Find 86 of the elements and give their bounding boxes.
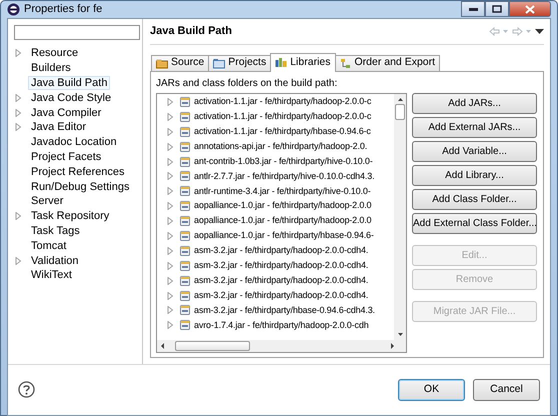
action-button[interactable]: Add Class Folder...	[412, 188, 537, 210]
filter-field[interactable]	[14, 24, 140, 40]
books-icon	[275, 57, 288, 68]
tab[interactable]: Projects	[208, 54, 272, 70]
tree-item[interactable]: Task Tags	[28, 224, 83, 238]
jar-icon	[180, 305, 190, 316]
list-label: JARs and class folders on the build path:	[156, 76, 338, 90]
close-button[interactable]	[509, 1, 551, 18]
tree-item[interactable]: Java Compiler	[28, 106, 104, 120]
list-item[interactable]: asm-3.2.jar - fe/thirdparty/hadoop-2.0.0-cdh4.	[194, 288, 368, 302]
jar-icon	[180, 246, 190, 256]
build-path-list[interactable]	[156, 92, 407, 352]
action-button[interactable]: Add JARs...	[412, 92, 537, 114]
tree-item[interactable]: Project Facets	[28, 150, 104, 164]
jar-icon	[180, 230, 190, 241]
jar-icon	[180, 260, 190, 271]
list-item[interactable]: asm-3.2.jar - fe/thirdparty/hbase-0.94.6-cdh4.3.	[194, 304, 375, 318]
folder-icon	[213, 58, 226, 68]
tree-item[interactable]: Task Repository	[28, 209, 112, 224]
folder-icon	[156, 58, 168, 68]
tree-item[interactable]: Server	[28, 194, 66, 208]
tab[interactable]: Order and Export	[334, 54, 440, 70]
list-item[interactable]: aopalliance-1.0.jar - fe/thirdparty/hadoop-2.0.0	[194, 199, 372, 213]
list-item[interactable]: ant-contrib-1.0b3.jar - fe/thirdparty/hive-0.10.0-	[194, 154, 373, 168]
list-item[interactable]: aopalliance-1.0.jar - fe/thirdparty/hbase-0.94.6-	[194, 229, 374, 243]
scroll-thumb[interactable]	[395, 104, 405, 120]
scroll-thumb[interactable]	[175, 340, 250, 350]
list-item[interactable]: activation-1.1.jar - fe/thirdparty/hadoop-2.0.0-c	[194, 95, 372, 109]
tree-item[interactable]: Java Code Style	[28, 90, 114, 105]
jar-icon	[180, 276, 190, 286]
action-button[interactable]: Add Variable...	[412, 140, 537, 162]
vertical-scrollbar[interactable]	[394, 94, 406, 340]
tree-item[interactable]: Validation	[28, 254, 82, 268]
maximize-icon	[492, 5, 502, 14]
app-icon	[7, 2, 20, 16]
tree-item[interactable]: Tomcat	[28, 238, 70, 253]
expand-icon[interactable]	[14, 49, 22, 58]
sort-icon	[340, 58, 352, 68]
view-menu-icon[interactable]	[535, 26, 544, 36]
action-button[interactable]: Add External JARs...	[412, 116, 537, 138]
tree-item[interactable]: Builders	[28, 61, 74, 76]
tab[interactable]: Source	[151, 54, 210, 70]
list-item[interactable]: aopalliance-1.0.jar - fe/thirdparty/hadoop-2.0.0	[194, 214, 372, 228]
page-title: Java Build Path	[150, 24, 232, 39]
list-item[interactable]: avro-1.7.4.jar - fe/thirdparty/hadoop-2.0.0-cdh	[194, 318, 369, 332]
expand-icon[interactable]	[14, 212, 22, 220]
minimize-button[interactable]	[461, 1, 485, 18]
list-item[interactable]: asm-3.2.jar - fe/thirdparty/hadoop-2.0.0-cdh4.	[194, 258, 368, 272]
jar-icon	[180, 216, 190, 226]
jar-icon	[180, 156, 190, 166]
tree-item[interactable]: Run/Debug Settings	[28, 180, 132, 194]
list-item[interactable]: asm-3.2.jar - fe/thirdparty/hadoop-2.0.0-cdh4.	[194, 244, 368, 258]
tree-item[interactable]: Project References	[28, 164, 128, 179]
expand-icon[interactable]	[14, 256, 22, 265]
dialog-button[interactable]: Cancel	[473, 378, 540, 400]
tree-item[interactable]: Javadoc Location	[28, 135, 120, 150]
jar-icon	[180, 186, 190, 196]
minimize-icon	[468, 7, 478, 12]
list-item[interactable]: asm-3.2.jar - fe/thirdparty/hadoop-2.0.0-cdh4.	[194, 274, 368, 288]
list-item[interactable]: annotations-api.jar - fe/thirdparty/hadoop-2.0.	[194, 140, 368, 154]
list-item[interactable]: antlr-runtime-3.4.jar - fe/thirdparty/hive-0.10.0-	[194, 184, 371, 198]
list-item[interactable]: activation-1.1.jar - fe/thirdparty/hadoop-2.0.0-c	[194, 110, 372, 124]
back-icon[interactable]	[489, 26, 509, 36]
action-button[interactable]: Add Library...	[412, 164, 537, 186]
jar-icon	[180, 171, 190, 182]
dialog-button[interactable]: OK	[398, 378, 465, 400]
close-icon	[525, 4, 535, 14]
tree-item[interactable]: WikiText	[28, 268, 75, 282]
tree-item[interactable]: Java Build Path	[28, 76, 110, 90]
window-title: Properties for fe	[24, 2, 102, 17]
action-button[interactable]: Add External Class Folder...	[412, 212, 537, 234]
jar-icon	[180, 142, 190, 152]
jar-icon	[180, 320, 190, 330]
maximize-button[interactable]	[485, 1, 509, 18]
tree-item[interactable]: Java Editor	[28, 120, 90, 134]
help-icon[interactable]	[18, 381, 35, 398]
tree-item[interactable]: Resource	[28, 46, 82, 60]
jar-icon	[180, 290, 190, 301]
jar-icon	[180, 201, 190, 212]
tab[interactable]: Libraries	[270, 52, 336, 72]
list-item[interactable]: activation-1.1.jar - fe/thirdparty/hbase-0.94.6-c	[194, 124, 371, 138]
jar-icon	[180, 112, 190, 122]
jar-icon	[180, 126, 190, 137]
list-item[interactable]: antlr-2.7.7.jar - fe/thirdparty/hive-0.10.0-cdh4.3.	[194, 170, 374, 184]
horizontal-scrollbar[interactable]	[157, 340, 406, 352]
jar-icon	[180, 96, 190, 107]
